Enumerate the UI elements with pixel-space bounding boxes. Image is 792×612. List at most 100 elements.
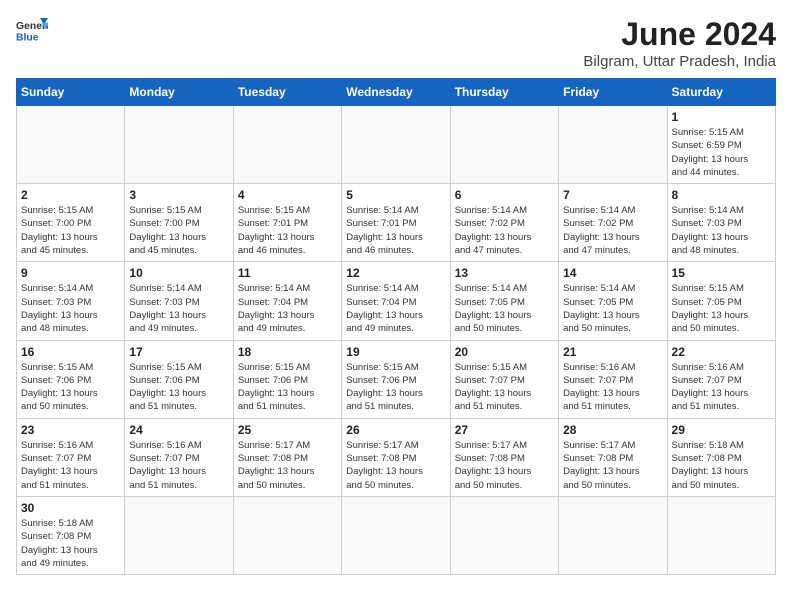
day-number: 30 bbox=[21, 501, 120, 515]
calendar-cell: 4 Sunrise: 5:15 AM Sunset: 7:01 PM Daylig… bbox=[233, 184, 341, 262]
day-number: 19 bbox=[346, 345, 445, 359]
day-info: Sunrise: 5:14 AM Sunset: 7:01 PM Dayligh… bbox=[346, 204, 445, 257]
calendar-cell bbox=[233, 496, 341, 574]
weekday-header-row: SundayMondayTuesdayWednesdayThursdayFrid… bbox=[17, 79, 776, 106]
day-number: 16 bbox=[21, 345, 120, 359]
calendar-cell: 6 Sunrise: 5:14 AM Sunset: 7:02 PM Daylig… bbox=[450, 184, 558, 262]
calendar-cell: 15Sunrise: 5:15 AM Sunset: 7:05 PM Dayli… bbox=[667, 262, 775, 340]
calendar-cell: 11 Sunrise: 5:14 AM Sunset: 7:04 PM Dayli… bbox=[233, 262, 341, 340]
calendar-cell: 26 Sunrise: 5:17 AM Sunset: 7:08 PM Dayli… bbox=[342, 418, 450, 496]
calendar-cell: 30 Sunrise: 5:18 AM Sunset: 7:08 PM Dayli… bbox=[17, 496, 125, 574]
day-number: 3 bbox=[129, 188, 228, 202]
day-number: 25 bbox=[238, 423, 337, 437]
day-info: Sunrise: 5:17 AM Sunset: 7:08 PM Dayligh… bbox=[238, 439, 337, 492]
weekday-header-saturday: Saturday bbox=[667, 79, 775, 106]
logo: General Blue bbox=[16, 16, 48, 44]
weekday-header-sunday: Sunday bbox=[17, 79, 125, 106]
day-info: Sunrise: 5:14 AM Sunset: 7:02 PM Dayligh… bbox=[455, 204, 554, 257]
calendar-week-row: 30 Sunrise: 5:18 AM Sunset: 7:08 PM Dayli… bbox=[17, 496, 776, 574]
weekday-header-thursday: Thursday bbox=[450, 79, 558, 106]
day-info: Sunrise: 5:15 AM Sunset: 7:00 PM Dayligh… bbox=[129, 204, 228, 257]
calendar-cell: 27Sunrise: 5:17 AM Sunset: 7:08 PM Dayli… bbox=[450, 418, 558, 496]
calendar-cell: 17 Sunrise: 5:15 AM Sunset: 7:06 PM Dayli… bbox=[125, 340, 233, 418]
calendar-week-row: 9Sunrise: 5:14 AM Sunset: 7:03 PM Daylig… bbox=[17, 262, 776, 340]
day-info: Sunrise: 5:14 AM Sunset: 7:04 PM Dayligh… bbox=[346, 282, 445, 335]
calendar-cell: 7Sunrise: 5:14 AM Sunset: 7:02 PM Daylig… bbox=[559, 184, 667, 262]
day-number: 29 bbox=[672, 423, 771, 437]
day-number: 22 bbox=[672, 345, 771, 359]
calendar-cell bbox=[559, 106, 667, 184]
calendar-cell bbox=[233, 106, 341, 184]
day-info: Sunrise: 5:15 AM Sunset: 7:00 PM Dayligh… bbox=[21, 204, 120, 257]
day-number: 26 bbox=[346, 423, 445, 437]
calendar-cell: 20 Sunrise: 5:15 AM Sunset: 7:07 PM Dayli… bbox=[450, 340, 558, 418]
calendar-cell: 19 Sunrise: 5:15 AM Sunset: 7:06 PM Dayli… bbox=[342, 340, 450, 418]
day-number: 17 bbox=[129, 345, 228, 359]
calendar-cell: 16 Sunrise: 5:15 AM Sunset: 7:06 PM Dayli… bbox=[17, 340, 125, 418]
day-info: Sunrise: 5:17 AM Sunset: 7:08 PM Dayligh… bbox=[346, 439, 445, 492]
calendar-week-row: 1Sunrise: 5:15 AM Sunset: 6:59 PM Daylig… bbox=[17, 106, 776, 184]
day-info: Sunrise: 5:14 AM Sunset: 7:04 PM Dayligh… bbox=[238, 282, 337, 335]
calendar-cell: 2Sunrise: 5:15 AM Sunset: 7:00 PM Daylig… bbox=[17, 184, 125, 262]
calendar-cell: 8Sunrise: 5:14 AM Sunset: 7:03 PM Daylig… bbox=[667, 184, 775, 262]
day-number: 14 bbox=[563, 266, 662, 280]
calendar-cell: 3 Sunrise: 5:15 AM Sunset: 7:00 PM Daylig… bbox=[125, 184, 233, 262]
location-subtitle: Bilgram, Uttar Pradesh, India bbox=[583, 53, 776, 70]
day-info: Sunrise: 5:14 AM Sunset: 7:03 PM Dayligh… bbox=[129, 282, 228, 335]
calendar-cell: 25 Sunrise: 5:17 AM Sunset: 7:08 PM Dayli… bbox=[233, 418, 341, 496]
calendar-cell: 5Sunrise: 5:14 AM Sunset: 7:01 PM Daylig… bbox=[342, 184, 450, 262]
calendar-cell: 29 Sunrise: 5:18 AM Sunset: 7:08 PM Dayli… bbox=[667, 418, 775, 496]
calendar-cell: 23 Sunrise: 5:16 AM Sunset: 7:07 PM Dayli… bbox=[17, 418, 125, 496]
calendar-cell bbox=[450, 496, 558, 574]
calendar-cell: 12Sunrise: 5:14 AM Sunset: 7:04 PM Dayli… bbox=[342, 262, 450, 340]
title-block: June 2024 Bilgram, Uttar Pradesh, India bbox=[583, 16, 776, 70]
day-number: 8 bbox=[672, 188, 771, 202]
calendar-week-row: 23 Sunrise: 5:16 AM Sunset: 7:07 PM Dayli… bbox=[17, 418, 776, 496]
day-info: Sunrise: 5:15 AM Sunset: 7:01 PM Dayligh… bbox=[238, 204, 337, 257]
calendar-cell: 1Sunrise: 5:15 AM Sunset: 6:59 PM Daylig… bbox=[667, 106, 775, 184]
day-info: Sunrise: 5:15 AM Sunset: 7:06 PM Dayligh… bbox=[129, 361, 228, 414]
day-info: Sunrise: 5:16 AM Sunset: 7:07 PM Dayligh… bbox=[672, 361, 771, 414]
day-number: 4 bbox=[238, 188, 337, 202]
day-info: Sunrise: 5:18 AM Sunset: 7:08 PM Dayligh… bbox=[21, 517, 120, 570]
weekday-header-tuesday: Tuesday bbox=[233, 79, 341, 106]
day-info: Sunrise: 5:14 AM Sunset: 7:03 PM Dayligh… bbox=[21, 282, 120, 335]
calendar-body: 1Sunrise: 5:15 AM Sunset: 6:59 PM Daylig… bbox=[17, 106, 776, 575]
calendar-cell: 10 Sunrise: 5:14 AM Sunset: 7:03 PM Dayli… bbox=[125, 262, 233, 340]
calendar-cell: 18Sunrise: 5:15 AM Sunset: 7:06 PM Dayli… bbox=[233, 340, 341, 418]
calendar-week-row: 16 Sunrise: 5:15 AM Sunset: 7:06 PM Dayli… bbox=[17, 340, 776, 418]
day-info: Sunrise: 5:14 AM Sunset: 7:05 PM Dayligh… bbox=[455, 282, 554, 335]
weekday-header-monday: Monday bbox=[125, 79, 233, 106]
day-number: 24 bbox=[129, 423, 228, 437]
weekday-header-wednesday: Wednesday bbox=[342, 79, 450, 106]
day-info: Sunrise: 5:16 AM Sunset: 7:07 PM Dayligh… bbox=[129, 439, 228, 492]
calendar-week-row: 2Sunrise: 5:15 AM Sunset: 7:00 PM Daylig… bbox=[17, 184, 776, 262]
day-info: Sunrise: 5:15 AM Sunset: 7:05 PM Dayligh… bbox=[672, 282, 771, 335]
day-info: Sunrise: 5:18 AM Sunset: 7:08 PM Dayligh… bbox=[672, 439, 771, 492]
calendar-cell bbox=[125, 106, 233, 184]
header: General Blue June 2024 Bilgram, Uttar Pr… bbox=[16, 16, 776, 70]
calendar-table: SundayMondayTuesdayWednesdayThursdayFrid… bbox=[16, 78, 776, 575]
day-number: 10 bbox=[129, 266, 228, 280]
day-number: 20 bbox=[455, 345, 554, 359]
calendar-cell bbox=[342, 496, 450, 574]
weekday-header-friday: Friday bbox=[559, 79, 667, 106]
calendar-cell: 21Sunrise: 5:16 AM Sunset: 7:07 PM Dayli… bbox=[559, 340, 667, 418]
calendar-header: SundayMondayTuesdayWednesdayThursdayFrid… bbox=[17, 79, 776, 106]
day-number: 6 bbox=[455, 188, 554, 202]
month-title: June 2024 bbox=[583, 16, 776, 53]
calendar-cell: 28Sunrise: 5:17 AM Sunset: 7:08 PM Dayli… bbox=[559, 418, 667, 496]
day-info: Sunrise: 5:15 AM Sunset: 7:07 PM Dayligh… bbox=[455, 361, 554, 414]
day-info: Sunrise: 5:14 AM Sunset: 7:02 PM Dayligh… bbox=[563, 204, 662, 257]
day-info: Sunrise: 5:15 AM Sunset: 7:06 PM Dayligh… bbox=[346, 361, 445, 414]
day-info: Sunrise: 5:17 AM Sunset: 7:08 PM Dayligh… bbox=[563, 439, 662, 492]
calendar-cell bbox=[125, 496, 233, 574]
day-info: Sunrise: 5:15 AM Sunset: 7:06 PM Dayligh… bbox=[238, 361, 337, 414]
calendar-cell bbox=[450, 106, 558, 184]
calendar-cell: 9Sunrise: 5:14 AM Sunset: 7:03 PM Daylig… bbox=[17, 262, 125, 340]
day-info: Sunrise: 5:16 AM Sunset: 7:07 PM Dayligh… bbox=[21, 439, 120, 492]
day-info: Sunrise: 5:15 AM Sunset: 7:06 PM Dayligh… bbox=[21, 361, 120, 414]
day-number: 11 bbox=[238, 266, 337, 280]
calendar-cell bbox=[559, 496, 667, 574]
day-number: 23 bbox=[21, 423, 120, 437]
